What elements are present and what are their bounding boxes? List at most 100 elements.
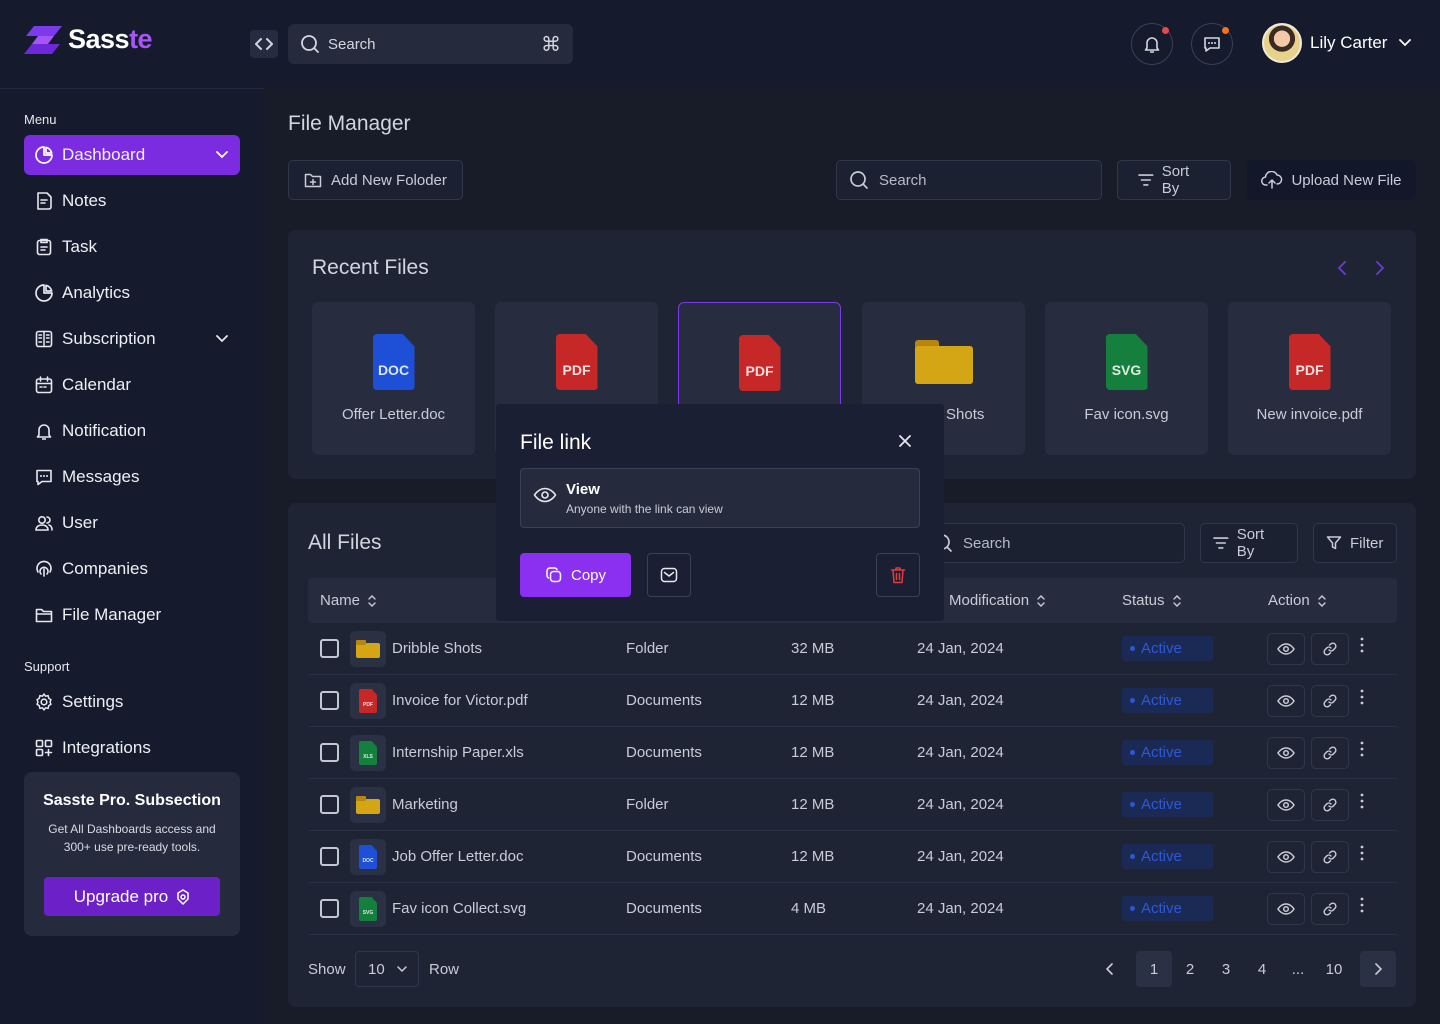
rows-per-page-select[interactable]: 10 — [355, 951, 419, 987]
sidebar-item-analytics[interactable]: Analytics — [24, 273, 240, 313]
pagination-ellipsis: ... — [1291, 960, 1305, 978]
recent-file-card[interactable]: PDF New invoice.pdf — [1228, 302, 1391, 455]
file-search-input[interactable]: Search — [836, 160, 1102, 200]
column-header-status[interactable]: Status — [1122, 592, 1181, 609]
chat-icon — [1204, 37, 1220, 52]
sidebar-item-dashboard[interactable]: Dashboard — [24, 135, 240, 175]
sidebar-item-label: Companies — [62, 559, 148, 578]
add-new-folder-button[interactable]: Add New Foloder — [288, 160, 463, 200]
pie-chart-icon — [35, 284, 53, 302]
all-files-search-input[interactable]: Search — [920, 523, 1185, 563]
doc-file-icon: DOC — [372, 334, 415, 390]
file-name[interactable]: Fav icon Collect.svg — [392, 900, 526, 917]
copy-link-button[interactable]: Copy — [520, 553, 631, 597]
modal-title: File link — [520, 431, 592, 454]
recent-file-card[interactable]: DOC Offer Letter.doc — [312, 302, 475, 455]
sidebar-item-settings[interactable]: Settings — [24, 682, 240, 722]
view-button[interactable] — [1267, 685, 1305, 717]
file-name[interactable]: Marketing — [392, 796, 458, 813]
more-options-icon[interactable] — [1360, 793, 1364, 809]
row-checkbox[interactable] — [320, 847, 339, 866]
row-checkbox[interactable] — [320, 691, 339, 710]
file-name[interactable]: Invoice for Victor.pdf — [392, 692, 528, 709]
upload-new-file-button[interactable]: Upload New File — [1247, 160, 1416, 200]
delete-link-button[interactable] — [876, 553, 920, 597]
link-button[interactable] — [1311, 737, 1349, 769]
collapse-sidebar-button[interactable] — [250, 30, 278, 58]
view-button[interactable] — [1267, 893, 1305, 925]
link-button[interactable] — [1311, 841, 1349, 873]
more-options-icon[interactable] — [1360, 845, 1364, 861]
carousel-prev-icon[interactable] — [1337, 261, 1347, 275]
global-search[interactable]: Search ⌘ — [288, 24, 573, 64]
sort-by-button[interactable]: Sort By — [1117, 160, 1231, 200]
pagination-next-button[interactable] — [1360, 951, 1396, 987]
file-name[interactable]: Dribble Shots — [392, 640, 482, 657]
row-checkbox[interactable] — [320, 743, 339, 762]
file-name[interactable]: Internship Paper.xls — [392, 744, 524, 761]
status-badge: Active — [1122, 792, 1213, 817]
pagination-page-10[interactable]: 10 — [1316, 951, 1352, 987]
pagination-page-4[interactable]: 4 — [1244, 951, 1280, 987]
more-options-icon[interactable] — [1360, 689, 1364, 705]
link-icon — [1323, 850, 1337, 864]
row-checkbox[interactable] — [320, 795, 339, 814]
file-name[interactable]: Job Offer Letter.doc — [392, 848, 523, 865]
table-sort-by-button[interactable]: Sort By — [1200, 523, 1298, 563]
pagination-page-3[interactable]: 3 — [1208, 951, 1244, 987]
upgrade-pro-button[interactable]: Upgrade pro — [44, 877, 220, 916]
search-icon — [301, 35, 319, 53]
filter-button[interactable]: Filter — [1313, 523, 1397, 563]
view-permission-option[interactable]: View Anyone with the link can view — [520, 468, 920, 528]
pagination-page-2[interactable]: 2 — [1172, 951, 1208, 987]
row-checkbox[interactable] — [320, 639, 339, 658]
column-header-name[interactable]: Name — [320, 592, 376, 609]
pagination-page-1[interactable]: 1 — [1136, 951, 1172, 987]
sidebar-item-notes[interactable]: Notes — [24, 181, 240, 221]
row-checkbox[interactable] — [320, 899, 339, 918]
view-button[interactable] — [1267, 737, 1305, 769]
file-size: 12 MB — [791, 744, 835, 761]
close-icon[interactable] — [898, 434, 912, 448]
link-icon — [1323, 746, 1337, 760]
sidebar-item-integrations[interactable]: Integrations — [24, 728, 240, 768]
more-options-icon[interactable] — [1360, 897, 1364, 913]
file-size: 4 MB — [791, 900, 827, 917]
more-options-icon[interactable] — [1360, 637, 1364, 653]
messages-button[interactable] — [1191, 23, 1233, 65]
sidebar-item-subscription[interactable]: Subscription — [24, 319, 240, 359]
user-menu[interactable]: Lily Carter — [1262, 23, 1412, 63]
sidebar-item-companies[interactable]: Companies — [24, 549, 240, 589]
sidebar-item-user[interactable]: User — [24, 503, 240, 543]
sidebar-item-calendar[interactable]: Calendar — [24, 365, 240, 405]
link-button[interactable] — [1311, 893, 1349, 925]
pagination-prev-button[interactable] — [1092, 951, 1128, 987]
column-header-modification[interactable]: Modification — [949, 592, 1045, 609]
carousel-next-icon[interactable] — [1375, 261, 1385, 275]
sidebar-item-notification[interactable]: Notification — [24, 411, 240, 451]
link-button[interactable] — [1311, 685, 1349, 717]
filter-label: Filter — [1350, 534, 1384, 552]
xls-file-icon: XLS — [359, 741, 377, 765]
rows-per-page-value: 10 — [368, 960, 385, 978]
promo-title: Sasste Pro. Subsection — [43, 792, 221, 809]
recent-file-card[interactable]: SVG Fav icon.svg — [1045, 302, 1208, 455]
sidebar-item-messages[interactable]: Messages — [24, 457, 240, 497]
sidebar-item-file-manager[interactable]: File Manager — [24, 595, 240, 635]
more-options-icon[interactable] — [1360, 741, 1364, 757]
sidebar-item-task[interactable]: Task — [24, 227, 240, 267]
link-button[interactable] — [1311, 789, 1349, 821]
view-button[interactable] — [1267, 841, 1305, 873]
email-link-button[interactable] — [647, 553, 691, 597]
view-button[interactable] — [1267, 789, 1305, 821]
app-logo[interactable]: Sasste — [24, 24, 153, 55]
all-files-title: All Files — [308, 531, 382, 554]
table-sort-by-label: Sort By — [1236, 526, 1265, 560]
link-button[interactable] — [1311, 633, 1349, 665]
copy-link-label: Copy — [570, 566, 607, 584]
support-section-label: Support — [24, 659, 70, 674]
status-badge: Active — [1122, 844, 1213, 869]
view-button[interactable] — [1267, 633, 1305, 665]
column-header-action[interactable]: Action — [1268, 592, 1326, 609]
notifications-button[interactable] — [1131, 23, 1173, 65]
